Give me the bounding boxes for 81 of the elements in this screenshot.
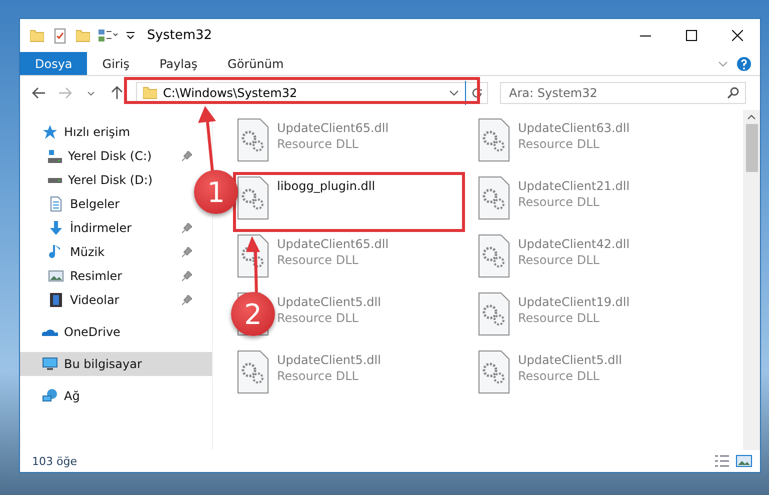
sidebar-item[interactable]: Hızlı erişim: [20, 120, 136, 144]
window-title: System32: [147, 28, 212, 43]
search-icon: [727, 87, 739, 99]
file-type: Resource DLL: [277, 311, 360, 325]
large-icons-view-icon: [736, 454, 752, 468]
folder-icon: [30, 30, 44, 42]
drive-icon: [48, 178, 62, 182]
sidebar-item[interactable]: İndirmeler: [20, 216, 198, 240]
sidebar-item[interactable]: Yerel Disk (D:): [20, 168, 159, 192]
properties-icon: [98, 29, 118, 42]
file-name[interactable]: UpdateClient19.dll: [518, 295, 630, 309]
network-icon: [42, 388, 58, 404]
dll-file-icon: [478, 350, 510, 394]
chevron-down-icon: [718, 60, 728, 66]
chevron-down-icon: [87, 90, 95, 96]
down-arrow-icon: [48, 220, 64, 236]
sidebar-item[interactable]: Belgeler: [20, 192, 126, 216]
search-box[interactable]: Ara: System32: [500, 82, 746, 104]
scrollbar[interactable]: [743, 110, 760, 450]
file-name[interactable]: libogg_plugin.dll: [277, 179, 376, 193]
file-type: Resource DLL: [277, 253, 360, 267]
dll-file-icon: [237, 350, 269, 394]
ribbon-tab[interactable]: Görünüm: [212, 52, 299, 75]
file-type: Resource DLL: [518, 195, 600, 209]
file-type: Resource DLL: [518, 253, 600, 267]
item-count: 103 öğe: [32, 454, 77, 468]
up-arrow-icon: [111, 86, 123, 100]
file-type: Resource DLL: [518, 311, 600, 325]
dll-file-icon: [237, 176, 269, 220]
refresh-icon: [470, 87, 482, 99]
right-arrow-icon: [58, 87, 72, 99]
dropdown-icon: [126, 32, 135, 39]
star-icon: [42, 124, 58, 140]
sidebar-item[interactable]: OneDrive: [20, 320, 126, 344]
ribbon-tab[interactable]: Giriş: [87, 52, 144, 75]
left-arrow-icon: [32, 87, 46, 99]
drive-icon: [48, 150, 62, 162]
ribbon-tab[interactable]: Paylaş: [144, 52, 213, 75]
sidebar-item[interactable]: Bu bilgisayar: [20, 352, 212, 376]
picture-icon: [48, 268, 64, 284]
film-icon: [48, 292, 64, 308]
file-name[interactable]: UpdateClient65.dll: [277, 237, 389, 251]
dll-file-icon: [478, 118, 510, 162]
minimize-icon: [640, 34, 650, 36]
file-name[interactable]: UpdateClient5.dll: [277, 353, 381, 367]
monitor-icon: [42, 356, 58, 372]
sidebar-item[interactable]: Ağ: [20, 384, 86, 408]
sidebar-item[interactable]: Müzik: [20, 240, 198, 264]
address-path[interactable]: C:\Windows\System32: [163, 86, 443, 100]
file-name[interactable]: UpdateClient42.dll: [518, 237, 630, 251]
cloud-icon: [42, 328, 58, 336]
file-name[interactable]: UpdateClient21.dll: [518, 179, 630, 193]
maximize-icon: [686, 30, 696, 41]
details-view-icon: [714, 454, 730, 468]
file-name[interactable]: UpdateClient65.dll: [277, 121, 389, 135]
file-name[interactable]: UpdateClient5.dll: [277, 295, 381, 309]
sidebar-item[interactable]: Videolar: [20, 288, 198, 312]
folder-icon: [76, 30, 90, 42]
file-name[interactable]: UpdateClient5.dll: [518, 353, 622, 367]
scroll-thumb[interactable]: [746, 124, 758, 172]
close-icon: [732, 30, 742, 41]
pointer-arrow: [196, 106, 218, 172]
help-icon: [736, 56, 752, 72]
file-name[interactable]: UpdateClient63.dll: [518, 121, 630, 135]
address-bar[interactable]: C:\Windows\System32: [136, 82, 488, 104]
document-icon: [48, 196, 64, 212]
chevron-down-icon: [449, 90, 459, 96]
file-type: Resource DLL: [518, 369, 600, 383]
dll-file-icon: [478, 292, 510, 336]
file-type: Resource DLL: [277, 137, 360, 151]
ribbon-tab[interactable]: Dosya: [20, 52, 88, 75]
sidebar-item[interactable]: Resimler: [20, 264, 198, 288]
dll-file-icon: [237, 118, 269, 162]
sidebar-item[interactable]: Yerel Disk (C:): [20, 144, 198, 168]
file-type: Resource DLL: [518, 137, 600, 151]
folder-icon: [143, 87, 157, 99]
chevron-up-icon: [747, 114, 756, 120]
dll-file-icon: [478, 176, 510, 220]
file-type: Resource DLL: [277, 369, 360, 383]
dll-file-icon: [478, 234, 510, 278]
checklist-icon: [52, 28, 68, 44]
